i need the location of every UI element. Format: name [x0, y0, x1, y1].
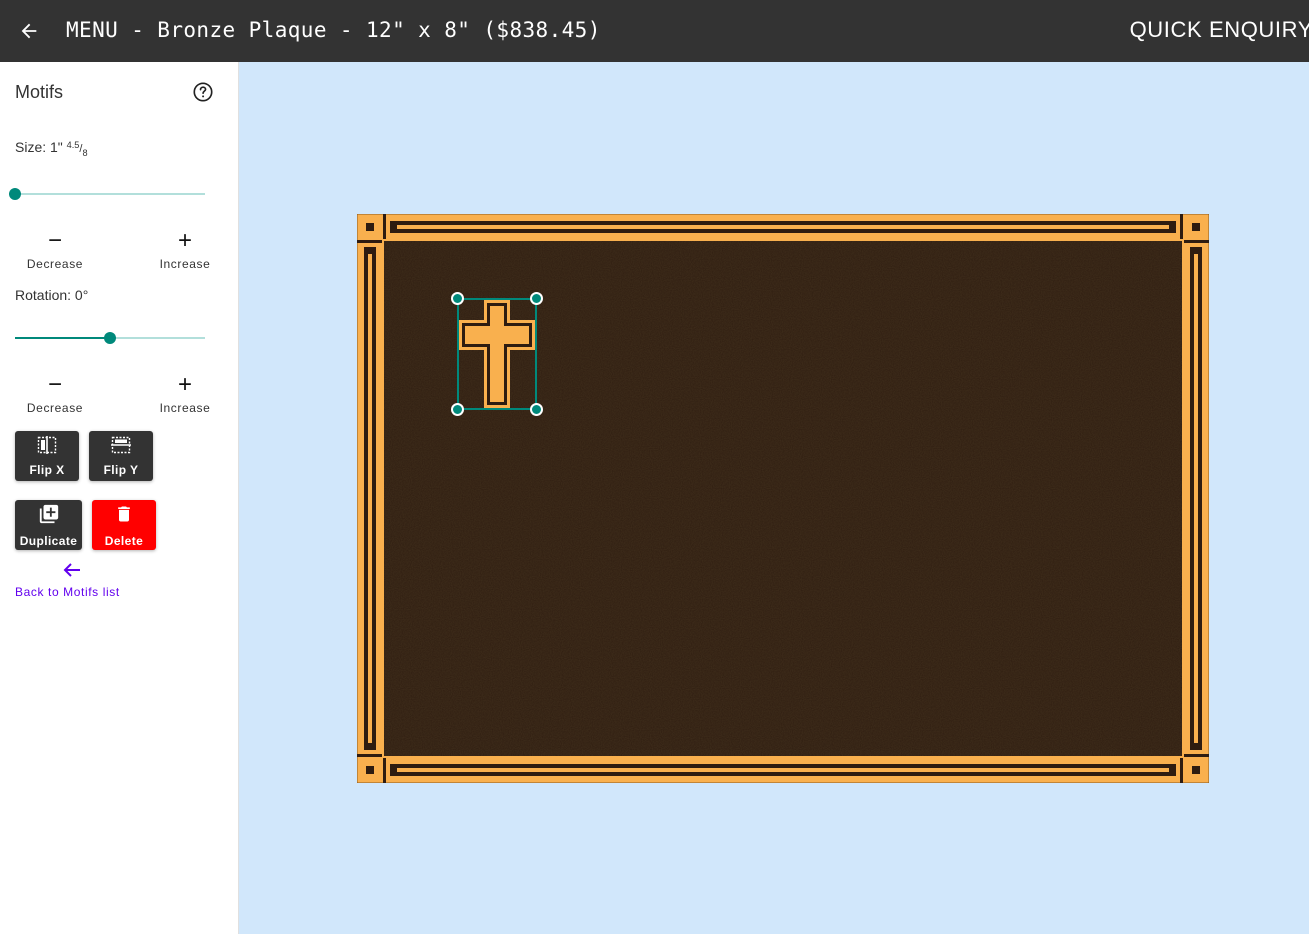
size-slider[interactable] — [9, 187, 205, 201]
minus-icon: − — [47, 227, 62, 254]
size-label-text: Size: 1" — [15, 139, 63, 155]
delete-label: Delete — [104, 533, 144, 548]
back-arrow-icon[interactable] — [14, 16, 44, 46]
flip-y-label: Flip Y — [103, 462, 139, 477]
trash-icon — [114, 503, 134, 530]
rotation-label: Rotation: 0° — [15, 287, 89, 303]
rotation-increase-button[interactable]: + Increase — [145, 371, 225, 416]
quick-enquiry-button[interactable]: QUICK ENQUIRY — [1130, 15, 1309, 45]
minus-icon: − — [47, 371, 62, 398]
plus-icon: + — [177, 227, 192, 254]
flip-x-label: Flip X — [29, 462, 65, 477]
rotation-slider[interactable] — [15, 331, 205, 345]
resize-handle-top-right[interactable] — [530, 292, 543, 305]
resize-handle-top-left[interactable] — [451, 292, 464, 305]
resize-handle-bottom-left[interactable] — [451, 403, 464, 416]
size-slider-track — [15, 193, 205, 195]
delete-button[interactable]: Delete — [92, 500, 156, 550]
size-slider-thumb[interactable] — [9, 188, 21, 200]
size-fraction-denominator: 8 — [82, 148, 88, 158]
back-to-motifs-link[interactable]: Back to Motifs list — [15, 562, 135, 602]
rotation-decrease-label: Decrease — [26, 401, 84, 415]
size-increase-label: Increase — [159, 257, 211, 271]
rotation-decrease-button[interactable]: − Decrease — [15, 371, 95, 416]
flip-y-icon — [111, 436, 131, 459]
size-decrease-button[interactable]: − Decrease — [15, 227, 95, 272]
design-canvas[interactable] — [239, 62, 1309, 934]
rotation-increase-label: Increase — [159, 401, 211, 415]
rotation-slider-fill — [15, 337, 110, 339]
size-increase-button[interactable]: + Increase — [145, 227, 225, 272]
back-to-motifs-label: Back to Motifs list — [15, 585, 120, 599]
plus-icon: + — [177, 371, 192, 398]
help-icon[interactable] — [192, 81, 214, 103]
motif-sidebar: Motifs Size: 1" 4.5/8 − Decrease + Incre… — [0, 62, 239, 934]
top-bar: MENU - Bronze Plaque - 12" x 8" ($838.45… — [0, 0, 1309, 62]
size-fraction-numerator: 4.5 — [66, 140, 80, 150]
cross-motif[interactable] — [451, 292, 543, 416]
duplicate-button[interactable]: Duplicate — [15, 500, 82, 550]
rotation-slider-thumb[interactable] — [104, 332, 116, 344]
flip-y-button[interactable]: Flip Y — [89, 431, 153, 481]
resize-handle-bottom-right[interactable] — [530, 403, 543, 416]
flip-x-icon — [37, 435, 57, 459]
size-label: Size: 1" 4.5/8 — [15, 139, 88, 158]
duplicate-icon — [38, 503, 60, 530]
arrow-left-icon — [63, 562, 81, 578]
sidebar-title: Motifs — [15, 82, 64, 102]
page-title: MENU - Bronze Plaque - 12" x 8" ($838.45… — [66, 18, 601, 42]
size-decrease-label: Decrease — [26, 257, 84, 271]
duplicate-label: Duplicate — [19, 533, 78, 548]
flip-x-button[interactable]: Flip X — [15, 431, 79, 481]
